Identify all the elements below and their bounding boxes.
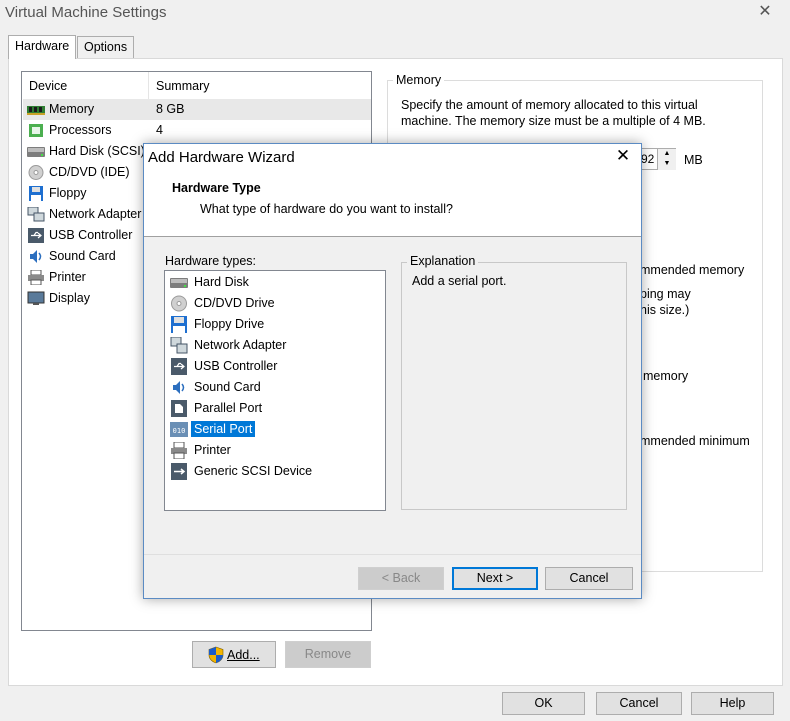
device-name: Display — [49, 291, 90, 305]
hardware-type-label: Generic SCSI Device — [194, 464, 313, 478]
hardware-type-floppy-drive[interactable]: Floppy Drive — [169, 314, 383, 335]
cancel-button[interactable]: Cancel — [596, 692, 682, 715]
device-name: Sound Card — [49, 249, 116, 263]
printer-icon — [171, 442, 187, 459]
hardware-type-label: Floppy Drive — [194, 317, 265, 331]
wizard-subheading: What type of hardware do you want to ins… — [200, 202, 453, 216]
svg-text:010: 010 — [173, 427, 186, 435]
wizard-close-button[interactable]: ✕ — [610, 146, 636, 168]
add-button-label: Add... — [227, 648, 260, 662]
recommended-memory-label: mmended memory — [640, 263, 745, 277]
hardware-type-serial-port[interactable]: 010 Serial Port — [169, 419, 383, 440]
device-summary: 4 — [156, 123, 163, 137]
hardware-type-label: CD/DVD Drive — [194, 296, 275, 310]
usb-controller-icon — [28, 228, 44, 243]
hardware-type-network-adapter[interactable]: Network Adapter — [169, 335, 383, 356]
wizard-body: Hardware types: Hard Disk CD/DVD Drive F… — [144, 236, 641, 554]
hardware-type-label: Serial Port — [191, 421, 256, 437]
explanation-text: Add a serial port. — [412, 274, 507, 288]
hardware-type-usb-controller[interactable]: USB Controller — [169, 356, 383, 377]
explanation-group — [401, 262, 627, 510]
tab-hardware[interactable]: Hardware — [8, 35, 77, 59]
tab-options[interactable]: Options — [77, 36, 135, 58]
guest-memory-label: memory — [643, 369, 689, 383]
device-name: Floppy — [49, 186, 87, 200]
next-button[interactable]: Next > — [452, 567, 538, 590]
remove-hardware-button[interactable]: Remove — [285, 641, 371, 668]
memory-group-legend: Memory — [393, 73, 445, 87]
cd-dvd-icon — [28, 165, 44, 180]
wizard-footer: < Back Next > Cancel — [144, 554, 641, 598]
hardware-types-label: Hardware types: — [165, 254, 257, 268]
floppy-icon — [171, 316, 187, 333]
device-name: CD/DVD (IDE) — [49, 165, 130, 179]
memory-spin-down-button[interactable]: ▼ — [657, 159, 676, 170]
hardware-type-generic-scsi[interactable]: Generic SCSI Device — [169, 461, 383, 482]
hardware-type-parallel-port[interactable]: Parallel Port — [169, 398, 383, 419]
back-button[interactable]: < Back — [358, 567, 444, 590]
sound-card-icon — [173, 381, 185, 394]
explanation-legend: Explanation — [407, 254, 479, 268]
help-button[interactable]: Help — [691, 692, 774, 715]
window-close-button[interactable]: ✕ — [752, 2, 778, 24]
swapping-note-text-2: his size.) — [640, 303, 690, 317]
hardware-type-sound-card[interactable]: Sound Card — [169, 377, 383, 398]
wizard-title: Add Hardware Wizard — [148, 149, 295, 166]
hardware-type-label: Printer — [194, 443, 231, 457]
usb-controller-icon — [171, 358, 187, 375]
hardware-type-label: Parallel Port — [194, 401, 263, 415]
hard-disk-icon — [170, 278, 188, 288]
column-header-summary[interactable]: Summary — [149, 72, 371, 100]
parallel-port-icon — [171, 400, 187, 417]
serial-port-icon: 010 — [170, 422, 188, 437]
scsi-device-icon — [171, 463, 187, 480]
device-row-memory[interactable]: Memory 8 GB — [23, 99, 371, 120]
add-hardware-wizard-dialog: Add Hardware Wizard ✕ Hardware Type What… — [143, 143, 642, 599]
device-name: USB Controller — [49, 228, 133, 242]
add-hardware-button[interactable]: Add... — [192, 641, 276, 668]
cd-dvd-icon — [171, 295, 187, 312]
wizard-cancel-button[interactable]: Cancel — [545, 567, 633, 590]
memory-unit-label: MB — [684, 153, 703, 167]
uac-shield-icon — [208, 646, 224, 664]
sound-card-icon — [30, 250, 42, 263]
window-title: Virtual Machine Settings — [5, 4, 167, 21]
wizard-heading: Hardware Type — [172, 181, 261, 195]
processor-icon — [29, 124, 43, 137]
ok-button[interactable]: OK — [502, 692, 585, 715]
hardware-type-label: Sound Card — [194, 380, 261, 394]
display-icon — [27, 291, 45, 305]
memory-icon — [27, 106, 45, 115]
recommended-minimum-label: mmended minimum — [640, 434, 750, 448]
memory-description: Specify the amount of memory allocated t… — [401, 98, 706, 128]
device-name: Printer — [49, 270, 86, 284]
hardware-type-label: Network Adapter — [194, 338, 287, 352]
device-summary: 8 GB — [156, 102, 185, 116]
swapping-note-text: ping may — [640, 287, 691, 301]
hardware-type-hard-disk[interactable]: Hard Disk — [169, 272, 383, 293]
device-name: Memory — [49, 102, 95, 116]
hardware-type-cd-dvd-drive[interactable]: CD/DVD Drive — [169, 293, 383, 314]
hardware-type-label: USB Controller — [194, 359, 278, 373]
hard-disk-icon — [27, 147, 45, 157]
hardware-type-printer[interactable]: Printer — [169, 440, 383, 461]
column-header-device[interactable]: Device — [22, 72, 149, 100]
hardware-type-label: Hard Disk — [194, 275, 249, 289]
network-adapter-icon — [170, 337, 188, 354]
floppy-icon — [29, 186, 43, 201]
device-row-processors[interactable]: Processors 4 — [23, 120, 371, 141]
device-name: Processors — [49, 123, 112, 137]
printer-icon — [28, 270, 44, 285]
hardware-types-list[interactable]: Hard Disk CD/DVD Drive Floppy Drive Netw… — [164, 270, 386, 511]
device-name: Network Adapter — [49, 207, 142, 221]
device-name: Hard Disk (SCSI) — [49, 144, 145, 158]
network-adapter-icon — [27, 207, 45, 222]
